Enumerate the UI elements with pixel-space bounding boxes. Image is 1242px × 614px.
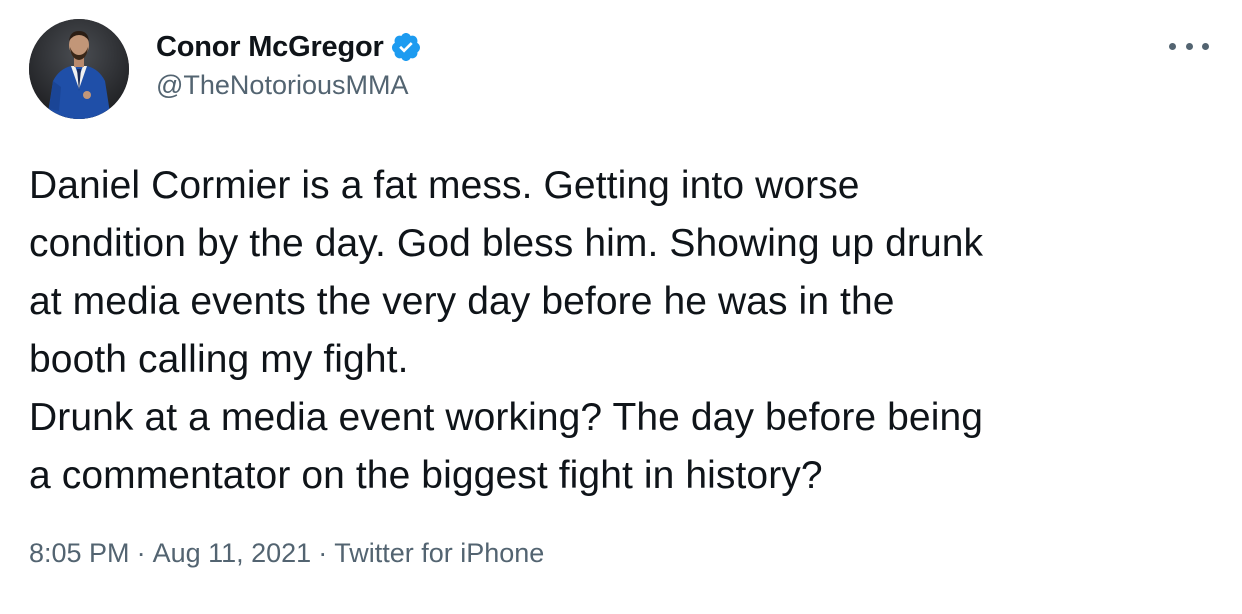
avatar-image [29,19,129,119]
meta-separator: · [318,538,328,568]
more-options-icon[interactable] [1169,36,1209,56]
tweet-source[interactable]: Twitter for iPhone [334,538,544,568]
more-dot [1169,42,1176,50]
tweet-metadata: 8:05 PM · Aug 11, 2021 · Twitter for iPhone [29,538,544,569]
meta-separator: · [136,538,146,568]
tweet-text-line: at media events the very day before he w… [29,280,895,323]
author-display-name[interactable]: Conor McGregor [156,31,384,64]
tweet-time[interactable]: 8:05 PM [29,538,130,568]
tweet-text-line: condition by the day. God bless him. Sho… [29,222,984,265]
more-dot [1202,42,1209,50]
tweet-text-line: a commentator on the biggest fight in hi… [29,454,823,497]
verified-badge-icon [390,31,422,63]
tweet-text-line: Daniel Cormier is a fat mess. Getting in… [29,164,860,207]
name-row: Conor McGregor [156,27,422,67]
avatar[interactable] [29,19,129,119]
author-handle[interactable]: @TheNotoriousMMA [156,70,422,101]
more-dot [1185,42,1193,50]
tweet-date[interactable]: Aug 11, 2021 [153,538,312,568]
author-info: Conor McGregor @TheNotoriousMMA [156,27,422,101]
tweet-header: Conor McGregor @TheNotoriousMMA [29,19,1219,119]
tweet-text-line: Drunk at a media event working? The day … [29,396,984,439]
tweet-text: Daniel Cormier is a fat mess. Getting in… [29,157,1219,505]
tweet-text-line: booth calling my fight. [29,338,409,381]
tweet-card: Conor McGregor @TheNotoriousMMA Daniel C… [0,0,1242,614]
